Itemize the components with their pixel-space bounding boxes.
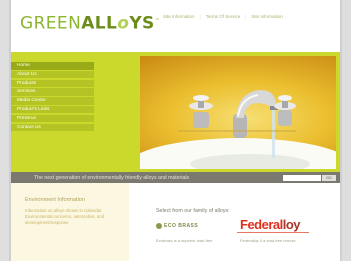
logo-text-green: GREEN xyxy=(20,13,82,34)
nav-item-contact[interactable]: Contact Us xyxy=(11,123,94,132)
left-column: Environment Information Information on a… xyxy=(11,183,129,261)
ecobrass-label: ECO BRASS xyxy=(164,223,199,229)
nav-item-product-links[interactable]: Product's Links xyxy=(11,105,94,114)
top-link-3[interactable]: Site Information xyxy=(251,14,283,19)
federalloy-label-a: Federal xyxy=(240,217,283,232)
tagline: The next generation of environmentally f… xyxy=(34,174,190,181)
ecobrass-logo[interactable]: ECO BRASS xyxy=(156,223,198,229)
content-area: Environment Information Information on a… xyxy=(11,183,340,261)
logo-text-o: o xyxy=(117,13,130,34)
federalloy-logo[interactable]: Federalloy xyxy=(240,217,301,232)
ecobrass-blurb: Ecobrass is a superior lead-free xyxy=(156,238,213,243)
nav-item-about[interactable]: About Us xyxy=(11,70,94,79)
tagline-bar: The next generation of environmentally f… xyxy=(11,172,340,183)
search-input[interactable] xyxy=(283,174,321,181)
top-link-separator: | xyxy=(199,14,201,19)
logo-tm: ™ xyxy=(154,18,161,24)
faucet-illustration xyxy=(140,90,336,169)
nav-item-pressrun[interactable]: Pressrun xyxy=(11,114,94,123)
logo-text-all: ALL xyxy=(81,13,118,34)
logo-text-s: S xyxy=(142,13,155,34)
hero-faucet-photo xyxy=(140,56,336,169)
page: GREENALLoYS™ Site Information | Terms Of… xyxy=(11,0,340,261)
nav-item-home[interactable]: Home xyxy=(11,62,94,70)
search-button[interactable]: GO xyxy=(322,174,336,181)
nav-item-media-center[interactable]: Media Center xyxy=(11,97,94,105)
ecobrass-icon xyxy=(156,223,162,229)
top-link-2[interactable]: Terms Of Service xyxy=(206,14,241,19)
left-link-3[interactable]: development/response xyxy=(25,220,129,226)
left-column-title: Environment Information xyxy=(25,197,85,203)
top-link-separator: | xyxy=(245,14,247,19)
top-links: Site Information | Terms Of Service | Si… xyxy=(163,14,283,19)
nav-item-services[interactable]: Services xyxy=(11,88,94,96)
nav-item-products[interactable]: Products xyxy=(11,79,94,88)
right-column: Select from our family of alloys: ECO BR… xyxy=(140,183,336,261)
top-link-1[interactable]: Site Information xyxy=(163,14,195,19)
logo[interactable]: GREENALLoYS™ xyxy=(20,11,160,34)
header: GREENALLoYS™ Site Information | Terms Of… xyxy=(11,0,340,52)
main-nav: Home About Us Products Services Media Ce… xyxy=(11,62,94,132)
federalloy-underline xyxy=(237,232,309,233)
hero-band: Home About Us Products Services Media Ce… xyxy=(11,52,340,172)
logo-text-y: Y xyxy=(129,13,143,34)
federalloy-blurb: Federalloy II a lead-free bronze xyxy=(240,238,296,243)
federalloy-label-b: loy xyxy=(282,217,301,232)
alloy-family-label: Select from our family of alloys: xyxy=(156,208,230,214)
